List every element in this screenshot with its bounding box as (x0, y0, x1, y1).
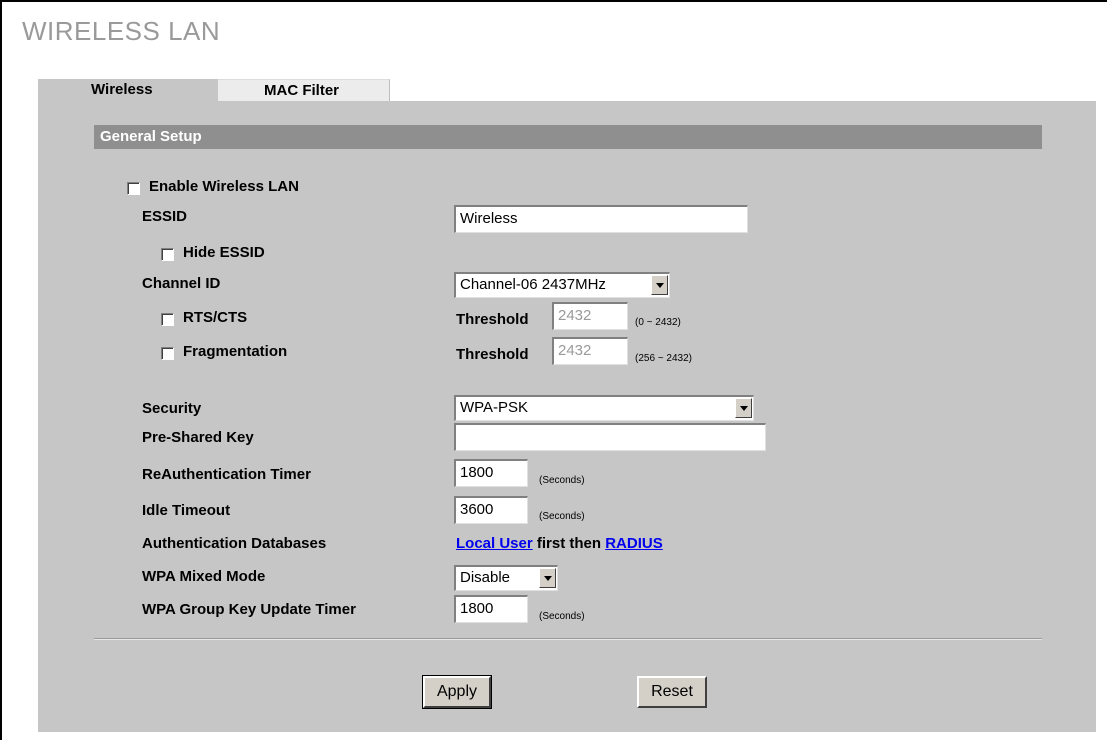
apply-button[interactable]: Apply (422, 675, 492, 709)
wpa-mixed-mode-select[interactable]: Disable (454, 565, 558, 591)
security-value: WPA-PSK (460, 399, 529, 416)
wpa-group-key-update-timer-unit: (Seconds) (539, 611, 585, 622)
chevron-down-icon[interactable] (735, 398, 752, 418)
idle-timeout-unit: (Seconds) (539, 511, 585, 522)
fragmentation-threshold-label: Threshold (456, 346, 529, 363)
rts-cts-checkbox[interactable] (161, 313, 174, 326)
reauthentication-timer-label: ReAuthentication Timer (142, 466, 311, 483)
rts-threshold-range: (0 ~ 2432) (635, 317, 681, 328)
page-title: WIRELESS LAN (22, 16, 221, 46)
reauthentication-timer-input[interactable]: 1800 (454, 459, 528, 487)
hide-essid-checkbox[interactable] (161, 248, 174, 261)
section-header-general-setup: General Setup (94, 125, 1042, 149)
essid-input[interactable]: Wireless (454, 205, 748, 233)
authentication-databases-label: Authentication Databases (142, 535, 327, 552)
channel-id-value: Channel-06 2437MHz (460, 276, 606, 293)
idle-timeout-label: Idle Timeout (142, 502, 231, 519)
tab-wireless[interactable]: Wireless (38, 79, 218, 101)
security-label: Security (142, 400, 202, 417)
fragmentation-label: Fragmentation (183, 343, 288, 360)
idle-timeout-input[interactable]: 3600 (454, 496, 528, 524)
security-select[interactable]: WPA-PSK (454, 395, 754, 421)
fragmentation-threshold-range: (256 ~ 2432) (635, 353, 692, 364)
tab-mac-filter[interactable]: MAC Filter (218, 79, 390, 101)
authentication-databases-connector: first then (532, 535, 606, 552)
reset-button[interactable]: Reset (637, 676, 707, 708)
hide-essid-label: Hide ESSID (183, 244, 265, 261)
page-frame: WIRELESS LAN Wireless MAC Filter General… (0, 0, 1107, 740)
wpa-mixed-mode-value: Disable (460, 569, 511, 586)
rts-threshold-label: Threshold (456, 311, 529, 328)
channel-id-label: Channel ID (142, 275, 221, 292)
wpa-group-key-update-timer-input[interactable]: 1800 (454, 595, 528, 623)
authentication-databases-value: Local User first then RADIUS (456, 535, 663, 552)
rts-cts-label: RTS/CTS (183, 309, 248, 326)
fragmentation-checkbox[interactable] (161, 347, 174, 360)
chevron-down-icon[interactable] (539, 568, 556, 588)
local-user-link[interactable]: Local User (456, 535, 533, 552)
wpa-mixed-mode-label: WPA Mixed Mode (142, 568, 266, 585)
reauthentication-timer-unit: (Seconds) (539, 475, 585, 486)
pre-shared-key-input[interactable] (454, 423, 766, 451)
chevron-down-icon[interactable] (651, 275, 668, 295)
wpa-group-key-update-timer-label: WPA Group Key Update Timer (142, 601, 356, 618)
rts-threshold-input[interactable]: 2432 (552, 302, 628, 330)
wireless-settings-panel: General Setup Enable Wireless LAN ESSID … (38, 101, 1096, 732)
radius-link[interactable]: RADIUS (605, 535, 663, 552)
essid-label: ESSID (142, 208, 188, 225)
section-divider (94, 638, 1042, 640)
fragmentation-threshold-input[interactable]: 2432 (552, 337, 628, 365)
pre-shared-key-label: Pre-Shared Key (142, 429, 254, 446)
channel-id-select[interactable]: Channel-06 2437MHz (454, 272, 670, 298)
tab-bar: Wireless MAC Filter (38, 79, 390, 101)
enable-wireless-lan-label: Enable Wireless LAN (149, 178, 299, 195)
enable-wireless-lan-checkbox[interactable] (127, 182, 140, 195)
